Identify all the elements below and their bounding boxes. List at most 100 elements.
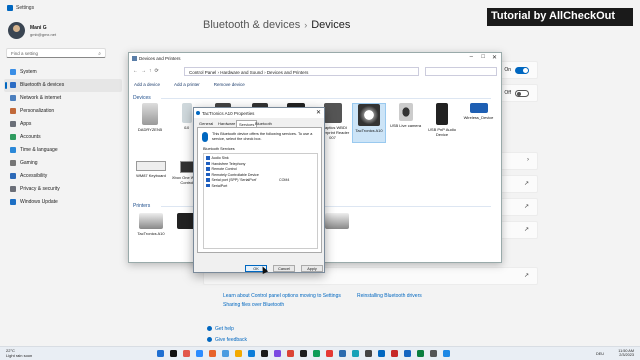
- taskbar-app-icon[interactable]: [209, 350, 216, 357]
- minimize-button[interactable]: –: [470, 54, 473, 60]
- taskbar-app-icon[interactable]: [326, 350, 333, 357]
- address-crumb[interactable]: Hardware and Sound: [220, 70, 263, 75]
- weather-widget[interactable]: 22°C Light rain soon: [6, 348, 32, 358]
- service-checkbox[interactable]: [206, 178, 210, 182]
- taskbar-app-icon[interactable]: [404, 350, 411, 357]
- address-crumb[interactable]: Devices and Printers: [267, 70, 309, 75]
- cp-titlebar: Devices and Printers – □ ✕: [129, 53, 501, 65]
- tab-bluetooth[interactable]: Bluetooth: [253, 120, 274, 127]
- get-help-link[interactable]: Get help: [207, 326, 234, 332]
- taskbar-app-icon[interactable]: [352, 350, 359, 357]
- printer-label: TacTronics A10: [137, 231, 165, 236]
- command-button[interactable]: Add a printer: [174, 82, 200, 87]
- control-panel-link[interactable]: Learn about Control panel options moving…: [223, 293, 341, 299]
- device-item[interactable]: USB PnP Audio Device: [425, 103, 459, 143]
- nav-item-icon: [10, 108, 16, 114]
- taskbar-app-icon[interactable]: [274, 350, 281, 357]
- taskbar-app-icon[interactable]: [248, 350, 255, 357]
- taskbar-app-icon[interactable]: [196, 350, 203, 357]
- service-label: Handsfree Telephony: [211, 161, 246, 166]
- taskbar-app-icon[interactable]: [443, 350, 450, 357]
- service-item[interactable]: Remote Control: [206, 167, 237, 171]
- service-checkbox[interactable]: [206, 167, 210, 171]
- taskbar-app-icon[interactable]: [430, 350, 437, 357]
- dialog-close-icon[interactable]: ✕: [316, 109, 321, 116]
- address-crumb[interactable]: Control Panel: [189, 70, 216, 75]
- device-item[interactable]: TacTronics A10: [352, 103, 386, 143]
- cp-search-input[interactable]: [425, 67, 497, 76]
- give-feedback-link[interactable]: Give feedback: [207, 337, 247, 343]
- taskbar-app-icon[interactable]: [365, 350, 372, 357]
- taskbar-app-icon[interactable]: [391, 350, 398, 357]
- service-item[interactable]: Audio Sink: [206, 156, 229, 160]
- settings-search-input[interactable]: Find a setting ⌕: [6, 48, 106, 58]
- bluetooth-drivers-link[interactable]: Reinstalling Bluetooth drivers: [357, 293, 422, 299]
- user-profile[interactable]: Mani G gmb@gmx.net: [8, 22, 108, 42]
- service-item[interactable]: Serial port (SPP) 'SerialPort': [206, 178, 257, 182]
- taskbar-app-icon[interactable]: [417, 350, 424, 357]
- nav-item-label: Accessibility: [20, 173, 48, 179]
- nav-item[interactable]: Personalization: [4, 105, 122, 118]
- printer-item[interactable]: TacTronics A10: [133, 213, 169, 236]
- nav-item[interactable]: Privacy & security: [4, 183, 122, 196]
- nav-item[interactable]: Gaming: [4, 157, 122, 170]
- cancel-button[interactable]: Cancel: [273, 265, 295, 272]
- device-icon: [398, 103, 413, 121]
- service-checkbox[interactable]: [206, 156, 210, 160]
- taskbar-app-icon[interactable]: [287, 350, 294, 357]
- service-label: SerialPort: [211, 183, 228, 188]
- service-checkbox[interactable]: [206, 172, 210, 177]
- close-button[interactable]: ✕: [492, 54, 497, 61]
- device-item[interactable]: USB Live camera: [389, 103, 423, 143]
- taskbar-app-icon[interactable]: [313, 350, 320, 357]
- nav-item[interactable]: Network & internet: [4, 92, 122, 105]
- device-item[interactable]: WM87 Keyboard: [133, 161, 169, 178]
- taskbar-app-icon[interactable]: [378, 350, 385, 357]
- share-files-link[interactable]: Sharing files over Bluetooth: [223, 302, 284, 308]
- devices-section-header[interactable]: Devices: [133, 95, 487, 101]
- command-button[interactable]: Remove device: [214, 82, 245, 87]
- breadcrumb-parent[interactable]: Bluetooth & devices: [203, 19, 300, 31]
- service-checkbox[interactable]: [206, 183, 210, 188]
- nav-item-label: System: [20, 69, 37, 75]
- system-tray[interactable]: DEU 11:50 AM 2/3/2023: [596, 349, 634, 357]
- service-item[interactable]: Remotely Controllable Device: [206, 173, 259, 177]
- taskbar-app-icon[interactable]: [183, 350, 190, 357]
- taskbar-app-icon[interactable]: [170, 350, 177, 357]
- nav-item-icon: [10, 199, 16, 205]
- nav-item[interactable]: Apps: [4, 118, 122, 131]
- bluetooth-toggle[interactable]: [515, 67, 529, 74]
- nav-buttons[interactable]: ←→↑⟳: [133, 68, 162, 74]
- taskbar-app-icon[interactable]: [157, 350, 164, 357]
- setting-toggle[interactable]: [515, 90, 529, 97]
- taskbar-app-icon[interactable]: [261, 350, 268, 357]
- service-item[interactable]: Handsfree Telephony: [206, 162, 245, 166]
- device-icon: [323, 103, 342, 123]
- printers-section-header[interactable]: Printers: [133, 203, 496, 209]
- apply-button[interactable]: Apply: [301, 265, 323, 272]
- weather-desc: Light rain soon: [6, 353, 33, 358]
- service-checkbox[interactable]: [206, 161, 210, 166]
- address-bar[interactable]: Control Panel › Hardware and Sound › Dev…: [184, 67, 419, 76]
- nav-item[interactable]: Time & language: [4, 144, 122, 157]
- tab-hardware[interactable]: Hardware: [216, 120, 237, 127]
- tab-general[interactable]: General: [197, 120, 215, 127]
- user-name: Mani G: [30, 25, 47, 31]
- taskbar-app-icon[interactable]: [300, 350, 307, 357]
- nav-item[interactable]: Accessibility: [4, 170, 122, 183]
- device-item[interactable]: DADRYZEN5: [133, 103, 167, 143]
- nav-item[interactable]: System: [4, 66, 122, 79]
- service-item[interactable]: SerialPort: [206, 184, 227, 188]
- taskbar-app-icon[interactable]: [222, 350, 229, 357]
- open-external-icon: ↗: [523, 227, 529, 233]
- nav-item[interactable]: Accounts: [4, 131, 122, 144]
- nav-item[interactable]: Bluetooth & devices: [4, 79, 122, 92]
- command-button[interactable]: Add a device: [134, 82, 160, 87]
- nav-item-icon: [10, 69, 16, 75]
- taskbar-app-icon[interactable]: [235, 350, 242, 357]
- search-placeholder: Find a setting: [11, 51, 39, 56]
- maximize-button[interactable]: □: [481, 54, 485, 60]
- device-item[interactable]: Wireless_Device: [462, 103, 496, 143]
- taskbar-app-icon[interactable]: [339, 350, 346, 357]
- nav-item[interactable]: Windows Update: [4, 196, 122, 209]
